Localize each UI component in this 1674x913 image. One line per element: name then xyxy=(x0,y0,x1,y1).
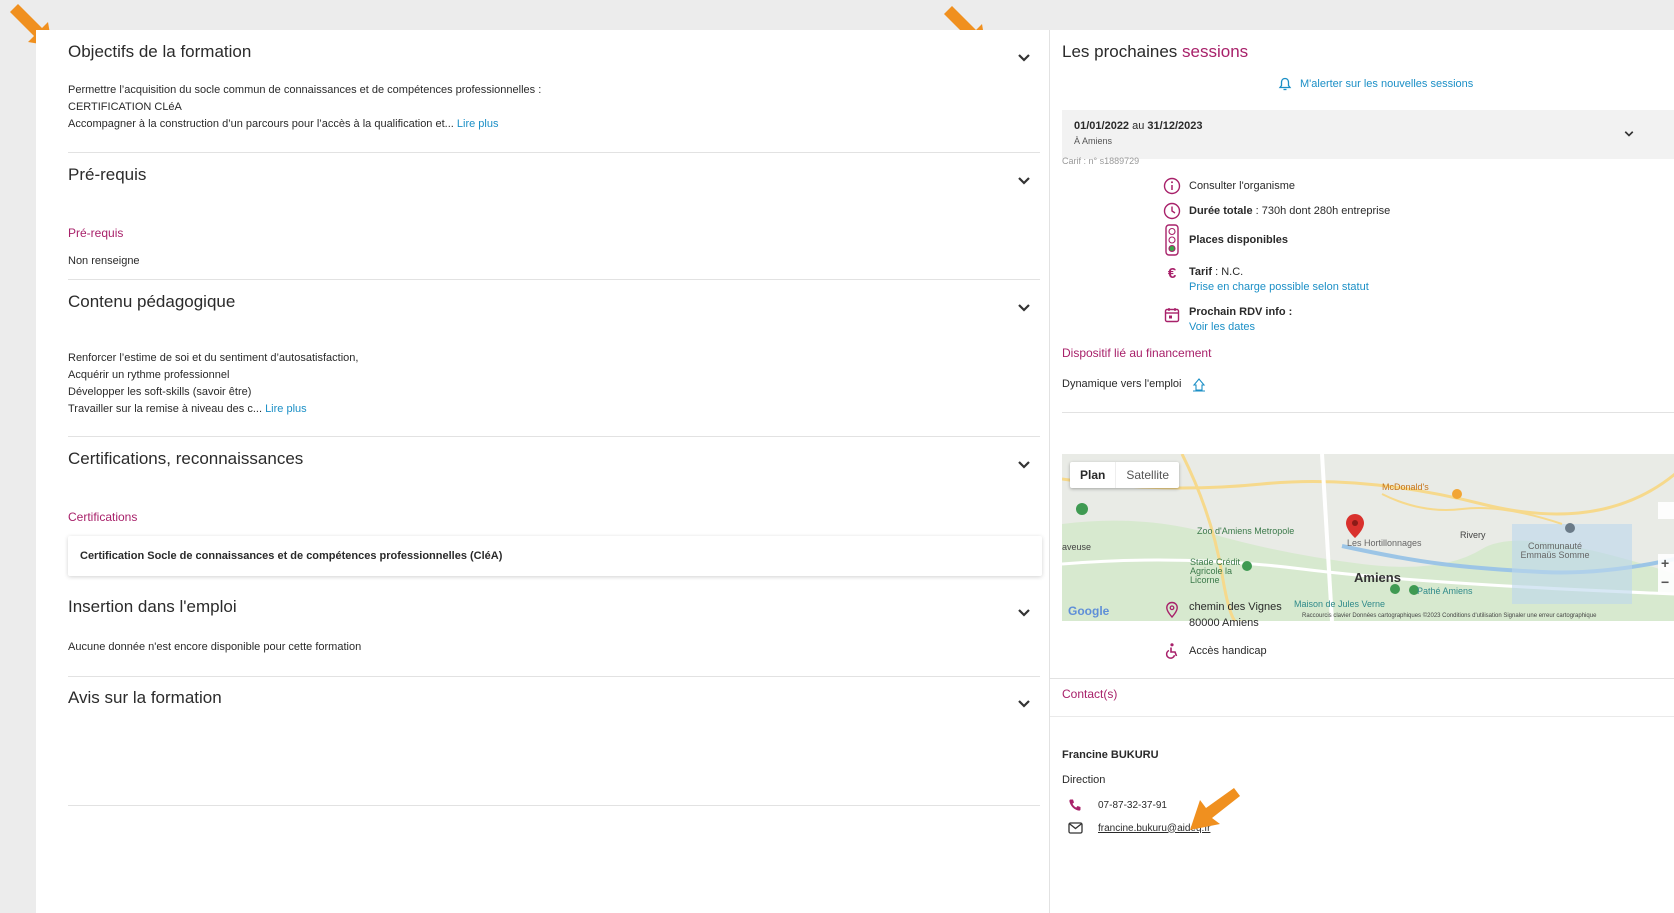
map-footer-links[interactable]: Raccourcis clavier Données cartographiqu… xyxy=(1302,613,1596,619)
divider xyxy=(68,152,1040,153)
objectifs-text: Permettre l’acquisition du socle commun … xyxy=(68,84,542,130)
divider xyxy=(68,805,1040,806)
traffic-light-icon xyxy=(1165,224,1179,256)
certifications-subtitle: Certifications xyxy=(68,510,138,524)
places-row: Places disponibles xyxy=(1163,224,1288,256)
section-title: Certifications, reconnaissances xyxy=(68,449,304,468)
map-type-tabs: Plan Satellite xyxy=(1070,462,1180,488)
dispositif-value: Dynamique vers l'emploi xyxy=(1062,376,1207,392)
mail-icon xyxy=(1068,822,1083,834)
chevron-down-icon[interactable] xyxy=(1016,300,1032,316)
read-more-link[interactable]: Lire plus xyxy=(457,118,499,130)
map-label-communaute: Communauté Emmaüs Somme xyxy=(1520,541,1590,560)
prerequis-value: Non renseigne xyxy=(68,255,140,267)
chevron-down-icon[interactable] xyxy=(1016,605,1032,621)
contact-role: Direction xyxy=(1062,774,1106,786)
bell-icon xyxy=(1278,77,1292,91)
prerequis-subtitle: Pré-requis xyxy=(68,226,124,240)
dispositif-title: Dispositif lié au financement xyxy=(1062,346,1212,360)
tab-satellite[interactable]: Satellite xyxy=(1115,462,1179,488)
handicap-row: Accès handicap xyxy=(1163,642,1267,660)
contenu-text: Renforcer l’estime de soi et du sentimen… xyxy=(68,352,359,415)
map-label-mcdonalds: McDonald's xyxy=(1382,482,1429,492)
wheelchair-icon xyxy=(1165,643,1178,659)
formation-details-panel: Objectifs de la formation Permettre l’ac… xyxy=(36,30,1050,913)
certification-card[interactable]: Certification Socle de connaissances et … xyxy=(68,536,1042,576)
map-label-pathe: Pathé Amiens xyxy=(1417,586,1473,596)
location-pin-icon xyxy=(1166,601,1178,619)
read-more-link[interactable]: Lire plus xyxy=(265,403,307,415)
section-title: Objectifs de la formation xyxy=(68,42,252,61)
map-label-jules-verne: Maison de Jules Verne xyxy=(1294,599,1386,609)
divider xyxy=(68,676,1040,677)
sessions-title: Les prochaines sessions xyxy=(1062,42,1249,61)
duree-row: Durée totale : 730h dont 280h entreprise xyxy=(1163,202,1390,220)
section-title: Insertion dans l'emploi xyxy=(68,597,237,616)
calendar-icon xyxy=(1164,308,1180,323)
session-location: À Amiens xyxy=(1074,136,1113,146)
map-label-hortillonnages: Les Hortillonnages xyxy=(1347,538,1422,548)
map-label-stade: Stade Crédit Agricole la Licorne xyxy=(1190,557,1241,585)
carif-number: Carif : n° s1889729 xyxy=(1062,156,1140,166)
chevron-down-icon[interactable] xyxy=(1016,696,1032,712)
euro-icon: € xyxy=(1167,265,1177,282)
chevron-down-icon[interactable] xyxy=(1016,457,1032,473)
tab-plan[interactable]: Plan xyxy=(1070,462,1115,488)
map-label-amiens: Amiens xyxy=(1354,570,1401,585)
zoom-out-button[interactable]: − xyxy=(1661,574,1669,590)
clock-icon xyxy=(1163,202,1181,220)
tarif-row: € Tarif : N.C. Prise en charge possible … xyxy=(1163,265,1369,294)
divider xyxy=(1050,716,1674,717)
section-title: Avis sur la formation xyxy=(68,688,222,707)
insertion-text: Aucune donnée n'est encore disponible po… xyxy=(68,641,362,653)
consulter-organisme-link[interactable]: Consulter l'organisme xyxy=(1163,177,1295,195)
google-logo: Google xyxy=(1068,604,1110,618)
rdv-row: Prochain RDV info : Voir les dates xyxy=(1163,306,1292,333)
chevron-down-icon[interactable] xyxy=(1623,128,1635,140)
location-map[interactable]: Plan Satellite Amiens Rivery Zoo d'Amien… xyxy=(1062,454,1674,621)
session-item[interactable]: 01/01/2022 au 31/12/2023 À Amiens xyxy=(1062,110,1674,159)
prise-en-charge-link[interactable]: Prise en charge possible selon statut xyxy=(1189,281,1369,293)
contact-phone-link[interactable]: 07-87-32-37-91 xyxy=(1068,798,1167,812)
section-title: Pré-requis xyxy=(68,165,147,184)
map-label-aveuse: aveuse xyxy=(1062,542,1092,552)
address-row: chemin des Vignes 80000 Amiens xyxy=(1163,601,1282,629)
divider xyxy=(1050,678,1674,679)
help-icon[interactable] xyxy=(1191,376,1207,392)
contacts-title: Contact(s) xyxy=(1062,687,1118,701)
contact-name: Francine BUKURU xyxy=(1062,749,1159,761)
chevron-down-icon[interactable] xyxy=(1016,173,1032,189)
zoom-in-button[interactable]: + xyxy=(1661,555,1669,571)
map-label-zoo: Zoo d'Amiens Metropole xyxy=(1197,526,1295,536)
divider xyxy=(1062,412,1674,413)
voir-dates-link[interactable]: Voir les dates xyxy=(1189,321,1292,333)
chevron-down-icon[interactable] xyxy=(1016,50,1032,66)
annotation-arrow-icon xyxy=(1190,788,1240,830)
divider xyxy=(68,436,1040,437)
info-icon xyxy=(1163,177,1181,195)
sessions-panel: Les prochaines sessions M'alerter sur le… xyxy=(1049,30,1674,913)
divider xyxy=(68,279,1040,280)
map-label-rivery: Rivery xyxy=(1460,530,1486,540)
phone-icon xyxy=(1069,799,1081,811)
section-title: Contenu pédagogique xyxy=(68,292,236,311)
alert-sessions-link[interactable]: M'alerter sur les nouvelles sessions xyxy=(1278,77,1473,91)
